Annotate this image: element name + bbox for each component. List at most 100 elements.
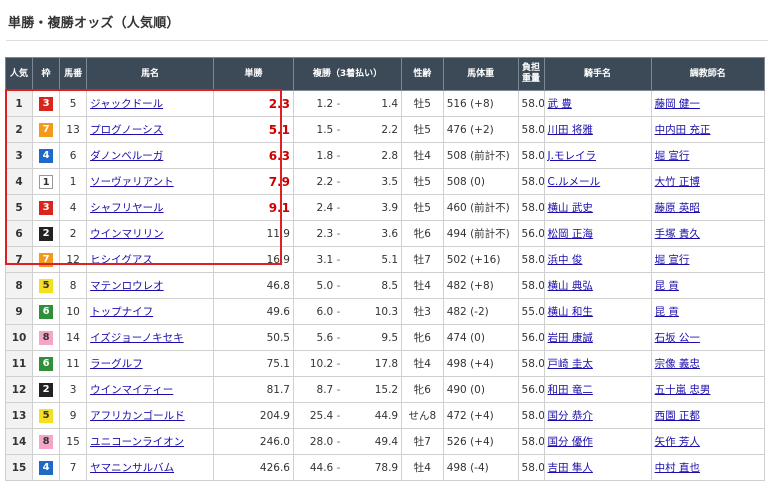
umaban-cell: 2 (59, 220, 88, 247)
win-odds-cell: 75.1 (212, 350, 294, 377)
horse-name-link[interactable]: ダノンベルーガ (90, 150, 163, 162)
win-odds-value: 81.7 (266, 383, 290, 396)
trainer-link[interactable]: 中内田 充正 (655, 124, 711, 136)
waku-cell: 5 (32, 402, 61, 429)
horse-name-link[interactable]: ジャックドール (90, 98, 163, 110)
jockey-link[interactable]: 横山 武史 (548, 202, 593, 214)
horse-name-link[interactable]: シャフリヤール (90, 202, 164, 214)
horse-name-link[interactable]: ヒシイグアス (90, 254, 153, 266)
waku-badge: 7 (39, 252, 54, 267)
horse-name-cell: ソーヴァリアント (86, 168, 214, 195)
waku-badge: 5 (39, 408, 54, 423)
popularity-cell: 6 (4, 220, 34, 247)
jockey-link[interactable]: 和田 竜二 (548, 384, 593, 396)
trainer-link[interactable]: 宗像 義忠 (655, 358, 700, 370)
horse-name-link[interactable]: トップナイフ (90, 306, 153, 318)
load-cell: 55.0 (517, 298, 545, 325)
sex-age-cell: 牝6 (401, 220, 444, 247)
trainer-link[interactable]: 矢作 芳人 (655, 436, 700, 448)
jockey-link[interactable]: 武 豊 (548, 98, 572, 110)
umaban-cell: 5 (59, 90, 88, 117)
win-odds-cell: 6.3 (212, 142, 294, 169)
place-odds-high-cell: 9.5 (343, 324, 403, 351)
jockey-link[interactable]: 浜中 俊 (548, 254, 583, 266)
sex-age-cell: 牡4 (401, 272, 444, 299)
win-odds-cell: 46.8 (212, 272, 294, 299)
place-odds-high-cell: 5.1 (343, 246, 403, 273)
sex-age-cell: 牡5 (401, 168, 444, 195)
jockey-link[interactable]: J.モレイラ (548, 150, 596, 162)
horse-name-link[interactable]: マテンロウレオ (90, 280, 164, 292)
trainer-link[interactable]: 昆 貢 (655, 280, 679, 292)
trainer-cell: 矢作 芳人 (650, 428, 766, 455)
waku-cell: 3 (32, 194, 61, 221)
table-row: 12 2 3 ウインマイティー 81.7 8.7 -15.2 牝6 490 (0) 56.0 和田… (4, 376, 766, 403)
waku-badge: 4 (39, 460, 54, 475)
umaban-cell: 11 (59, 350, 88, 377)
trainer-link[interactable]: 藤原 英昭 (655, 202, 700, 214)
body-weight-cell: 482 (+8) (442, 272, 519, 299)
place-odds-low-cell: 5.6 - (292, 324, 344, 351)
horse-name-link[interactable]: イズジョーノキセキ (90, 332, 184, 344)
body-weight-cell: 482 (-2) (442, 298, 519, 325)
jockey-link[interactable]: 横山 典弘 (548, 280, 593, 292)
place-odds-separator: - (336, 149, 341, 162)
trainer-link[interactable]: 石坂 公一 (655, 332, 700, 344)
trainer-link[interactable]: 堀 宣行 (655, 150, 690, 162)
trainer-link[interactable]: 西園 正都 (655, 410, 700, 422)
trainer-link[interactable]: 手塚 貴久 (655, 228, 700, 240)
trainer-link[interactable]: 藤岡 健一 (655, 98, 700, 110)
waku-cell: 2 (32, 376, 61, 403)
trainer-link[interactable]: 堀 宣行 (655, 254, 690, 266)
place-odds-low: 2.3 (316, 227, 334, 240)
jockey-link[interactable]: 国分 優作 (548, 436, 593, 448)
trainer-link[interactable]: 中村 直也 (655, 462, 700, 474)
jockey-link[interactable]: 川田 将雅 (548, 124, 593, 136)
table-row: 4 1 1 ソーヴァリアント 7.9 2.2 -3.5 牡5 508 (0) 58.0 C.ルメー… (4, 168, 766, 195)
place-odds-low: 6.0 (316, 305, 334, 318)
win-odds-value: 6.3 (268, 148, 290, 163)
horse-name-link[interactable]: プログノーシス (90, 124, 163, 136)
horse-name-link[interactable]: ウインマイティー (90, 384, 173, 396)
waku-badge: 4 (39, 148, 54, 163)
jockey-cell: 浜中 俊 (543, 246, 652, 273)
place-odds-separator: - (336, 201, 341, 214)
trainer-link[interactable]: 大竹 正博 (655, 176, 700, 188)
horse-name-link[interactable]: ウインマリリン (90, 228, 164, 240)
jockey-link[interactable]: 松岡 正海 (548, 228, 593, 240)
place-odds-high-cell: 78.9 (343, 454, 403, 481)
horse-name-link[interactable]: ヤマニンサルバム (90, 462, 174, 474)
trainer-link[interactable]: 五十嵐 忠男 (655, 384, 711, 396)
place-odds-low-cell: 1.8 - (292, 142, 344, 169)
umaban-cell: 1 (59, 168, 88, 195)
horse-name-link[interactable]: ソーヴァリアント (90, 176, 174, 188)
sex-age-cell: 牡4 (401, 142, 444, 169)
col-header-load: 負担重量 (517, 57, 545, 91)
umaban-cell: 8 (59, 272, 88, 299)
sex-age-cell: 牡4 (401, 350, 444, 377)
horse-name-link[interactable]: ラーグルフ (90, 358, 143, 370)
place-odds-low-cell: 28.0 - (292, 428, 344, 455)
place-odds-separator: - (336, 357, 341, 370)
col-header-horse-name: 馬名 (86, 57, 214, 91)
place-odds-low-cell: 44.6 - (292, 454, 344, 481)
horse-name-link[interactable]: アフリカンゴールド (90, 410, 185, 422)
place-odds-low: 1.5 (316, 123, 334, 136)
jockey-link[interactable]: 国分 恭介 (548, 410, 593, 422)
waku-badge: 7 (39, 122, 54, 137)
table-row: 3 4 6 ダノンベルーガ 6.3 1.8 -2.8 牡4 508 (前計不) 58.0 J.モレ… (4, 142, 766, 169)
trainer-link[interactable]: 昆 貢 (655, 306, 679, 318)
place-odds-low: 28.0 (309, 435, 334, 448)
body-weight-cell: 472 (+4) (442, 402, 519, 429)
jockey-link[interactable]: 戸崎 圭太 (548, 358, 593, 370)
waku-cell: 5 (32, 272, 61, 299)
place-odds-low-cell: 3.1 - (292, 246, 344, 273)
jockey-link[interactable]: 横山 和生 (548, 306, 593, 318)
jockey-link[interactable]: 岩田 康誠 (548, 332, 593, 344)
trainer-cell: 昆 貢 (650, 272, 766, 299)
jockey-link[interactable]: 吉田 隼人 (548, 462, 593, 474)
jockey-link[interactable]: C.ルメール (548, 176, 601, 188)
horse-name-cell: ヤマニンサルバム (86, 454, 214, 481)
place-odds-separator: - (336, 331, 341, 344)
horse-name-link[interactable]: ユニコーンライオン (90, 436, 184, 448)
